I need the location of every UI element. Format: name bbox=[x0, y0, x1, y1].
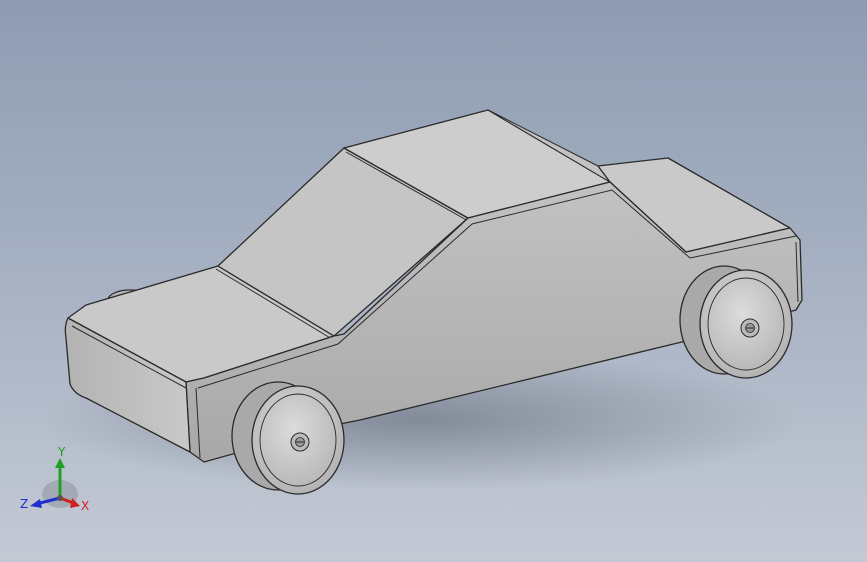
front-wheel[interactable] bbox=[231, 381, 345, 495]
y-axis-arrow bbox=[55, 458, 65, 468]
triad-origin bbox=[57, 495, 63, 501]
graphics-viewport[interactable]: Y Z X bbox=[0, 0, 867, 562]
car-model[interactable] bbox=[0, 0, 867, 562]
rear-wheel[interactable] bbox=[679, 265, 793, 379]
reference-triad: Y Z X bbox=[20, 445, 89, 513]
z-axis-arrow bbox=[30, 499, 42, 508]
y-axis-label: Y bbox=[57, 445, 66, 459]
z-axis-label: Z bbox=[20, 497, 28, 511]
x-axis-label: X bbox=[81, 499, 89, 513]
